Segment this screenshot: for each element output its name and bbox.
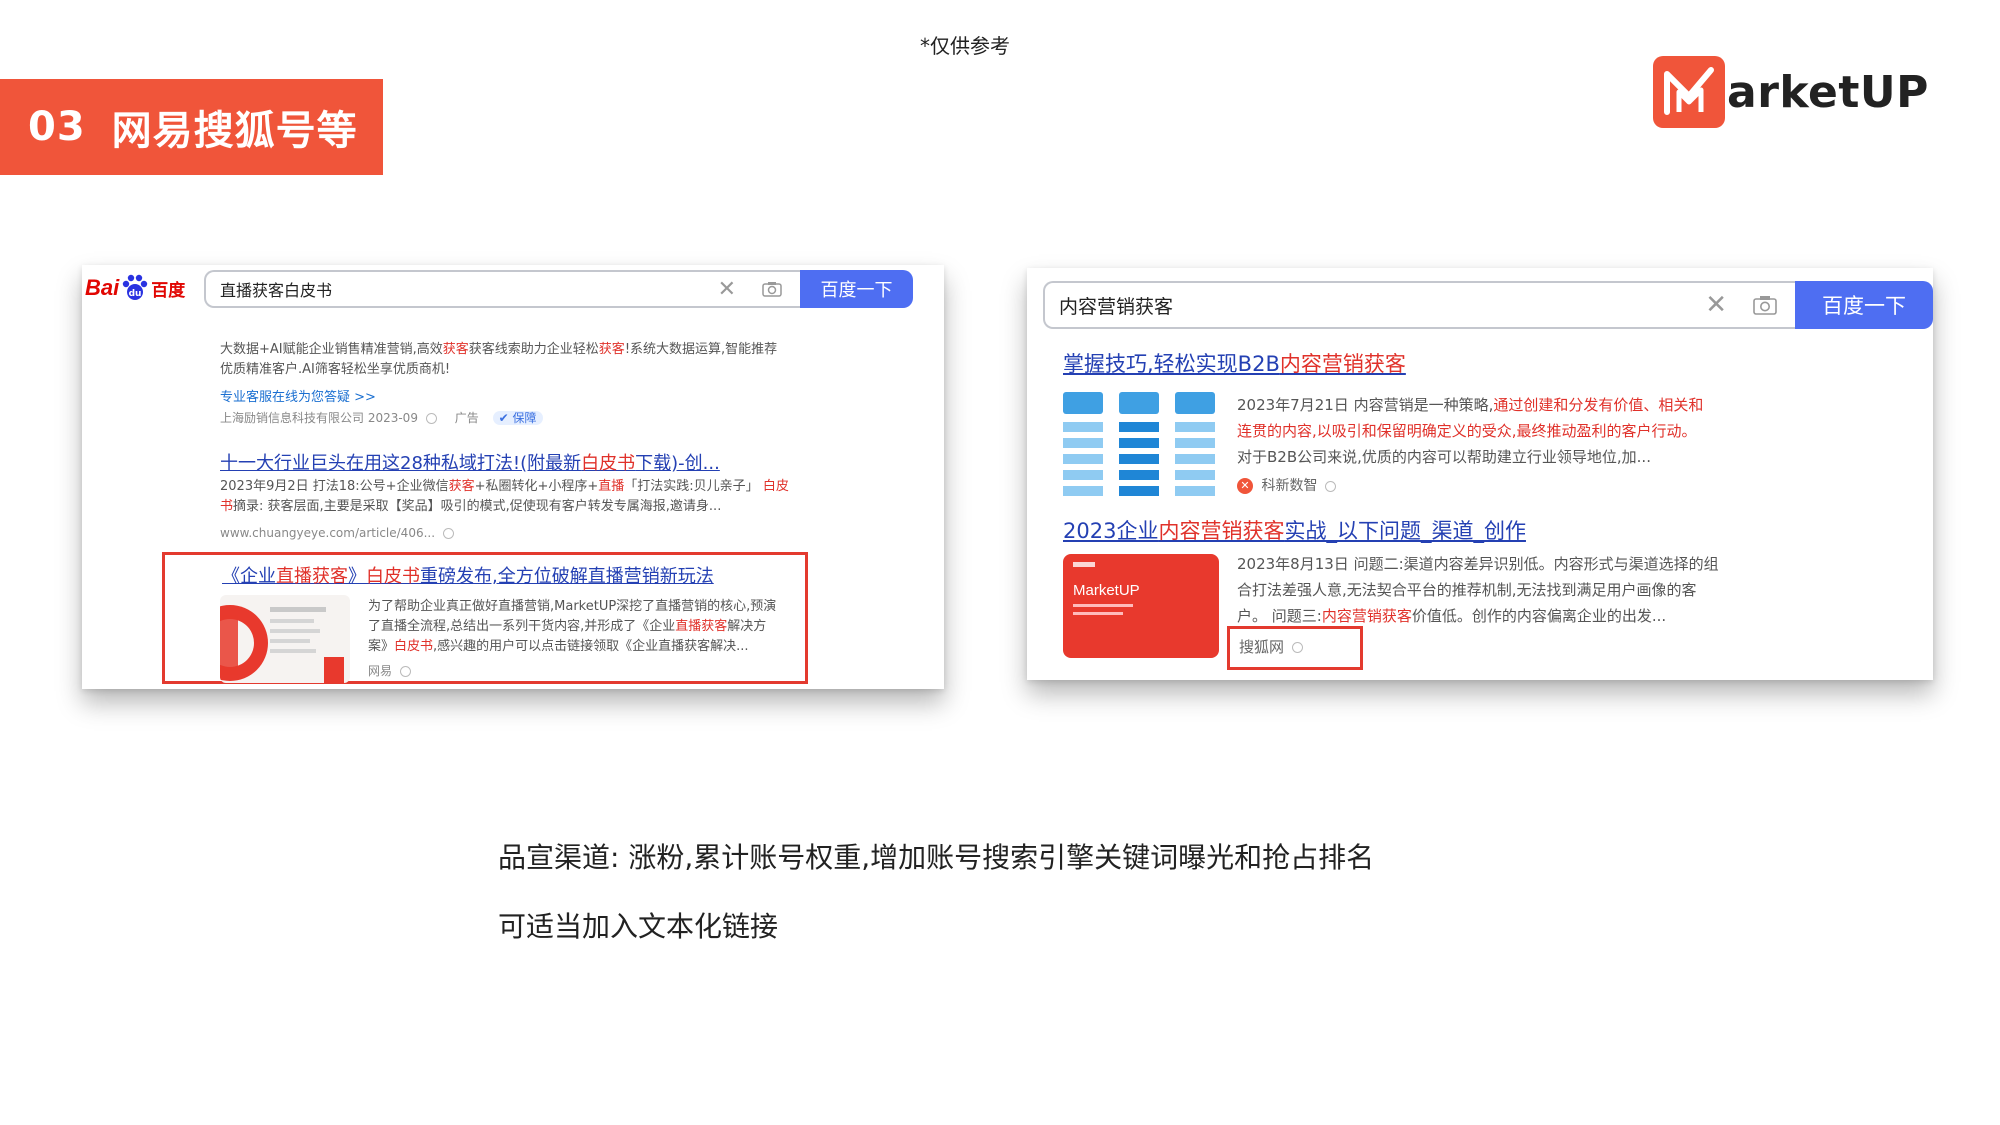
result-title-privatedomain[interactable]: 十一大行业巨头在用这28种私域打法!(附最新白皮书下载)-创... — [220, 449, 720, 475]
result-thumbnail-marketup[interactable]: MarketUP — [1063, 554, 1219, 658]
result2-snippet-line2: 书摘录: 获客层面,主要是采取【奖品】吸引的模式,促使现有客户转发专属海报,邀请… — [220, 499, 722, 514]
result2-source: 搜狐网 — [1239, 636, 1304, 657]
marketup-m-icon — [1653, 56, 1725, 128]
caption-channels: 品宣渠道: 涨粉,累计账号权重,增加账号搜索引擎关键词曝光和抢占排名 — [498, 841, 1375, 874]
search-query: 直播获客白皮书 — [220, 281, 333, 300]
result-thumbnail-diagram[interactable] — [1063, 392, 1215, 502]
result1-snippet-line3: 对于B2B公司来说,优质的内容可以帮助建立行业领导地位,加... — [1237, 448, 1651, 466]
result2-url[interactable]: www.chuangyeye.com/article/406... — [220, 526, 455, 540]
result2-snippet-line2: 合打法差强人意,无法契合平台的推荐机制,无法找到满足用户画像的客 — [1237, 581, 1697, 599]
reference-note: *仅供参考 — [920, 34, 1010, 58]
baidu-logo-bai: Bai — [85, 275, 120, 300]
ad-source-text: 上海励销信息科技有限公司 2023-09 — [220, 411, 418, 425]
ad-snippet-line1: 大数据+AI赋能企业销售精准营销,高效获客获客线索助力企业轻松获客!系统大数据运… — [220, 342, 778, 357]
thumbnail-line — [1073, 612, 1123, 615]
caption-links: 可适当加入文本化链接 — [498, 910, 779, 943]
ad-snippet-line2: 优质精准客户.AI筛客轻松坐享优质商机! — [220, 362, 451, 377]
search-button[interactable]: 百度一下 — [800, 270, 913, 308]
result1-snippet-line2: 连贯的内容,以吸引和保留明确定义的受众,最终推动盈利的客户行动。 — [1237, 422, 1697, 440]
svg-text:du: du — [129, 289, 142, 299]
result-title-content-marketing[interactable]: 2023企业内容营销获客实战_以下问题_渠道_创作 — [1063, 515, 1526, 545]
search-input[interactable]: 直播获客白皮书 ✕ — [204, 270, 800, 308]
info-icon — [425, 413, 437, 424]
result-title-whitepaper[interactable]: 《企业直播获客》白皮书重磅发布,全方位破解直播营销新玩法 — [222, 562, 714, 588]
marketup-logo: arketUP — [1653, 56, 1929, 128]
result2-snippet-line1: 2023年9月2日 打法18:公号+企业微信获客+私圈转化+小程序+直播「打法实… — [220, 479, 789, 494]
section-number: 03 — [28, 104, 86, 150]
ad-source: 上海励销信息科技有限公司 2023-09 广告 ✔ 保障 — [220, 409, 543, 426]
result3-snippet-line2: 了直播全流程,总结出一系列干货内容,并形成了《企业直播获客解决方 — [368, 619, 767, 634]
camera-icon[interactable] — [762, 281, 782, 297]
thumbnail-bar — [1073, 562, 1095, 567]
result3-source: 网易 — [368, 662, 412, 679]
clear-icon[interactable]: ✕ — [718, 277, 736, 302]
baidu-logo-cn: 百度 — [151, 280, 186, 300]
result3-snippet-line3: 案》白皮书,感兴趣的用户可以点击链接领取《企业直播获客解决... — [368, 639, 749, 654]
info-icon — [443, 528, 455, 539]
result-title-b2b[interactable]: 掌握技巧,轻松实现B2B内容营销获客 — [1063, 348, 1406, 378]
left-search-screenshot: Bai du 百度 直播获客白皮书 ✕ 百度一下 大数据+AI赋能企业销售精准营… — [82, 265, 944, 689]
result1-snippet-line1: 2023年7月21日 内容营销是一种策略,通过创建和分发有价值、相关和 — [1237, 396, 1704, 414]
result1-source: ✕ 科新数智 — [1237, 475, 1337, 495]
result-thumbnail[interactable] — [220, 595, 350, 683]
logo-text: arketUP — [1727, 66, 1929, 118]
thumbnail-title: MarketUP — [1073, 582, 1140, 599]
source-logo-icon: ✕ — [1237, 478, 1253, 494]
info-icon — [1292, 642, 1304, 653]
ad-label: 广告 — [454, 411, 479, 425]
info-icon — [400, 666, 412, 677]
info-icon — [1325, 480, 1337, 492]
ad-service-link[interactable]: 专业客服在线为您答疑 >> — [220, 386, 376, 405]
guarantee-badge: ✔ 保障 — [492, 411, 543, 425]
result3-snippet-line1: 为了帮助企业真正做好直播营销,MarketUP深挖了直播营销的核心,预演 — [368, 599, 777, 614]
search-input[interactable]: 内容营销获客 ✕ — [1043, 281, 1795, 329]
section-title: 网易搜狐号等 — [111, 108, 358, 154]
whitepaper-thumbnail-image — [220, 605, 344, 683]
search-query: 内容营销获客 — [1059, 295, 1174, 318]
baidu-paw-icon: du — [123, 274, 148, 300]
baidu-logo: Bai du 百度 — [85, 273, 185, 303]
thumbnail-line — [1073, 604, 1133, 607]
camera-icon[interactable] — [1753, 295, 1777, 315]
right-search-screenshot: 内容营销获客 ✕ 百度一下 掌握技巧,轻松实现B2B内容营销获客 2023年7月… — [1027, 268, 1933, 680]
clear-icon[interactable]: ✕ — [1705, 290, 1727, 320]
result2-snippet-line1: 2023年8月13日 问题二:渠道内容差异识别低。内容形式与渠道选择的组 — [1237, 555, 1719, 573]
section-label: 03 网易搜狐号等 — [0, 79, 383, 175]
search-button[interactable]: 百度一下 — [1795, 281, 1933, 329]
